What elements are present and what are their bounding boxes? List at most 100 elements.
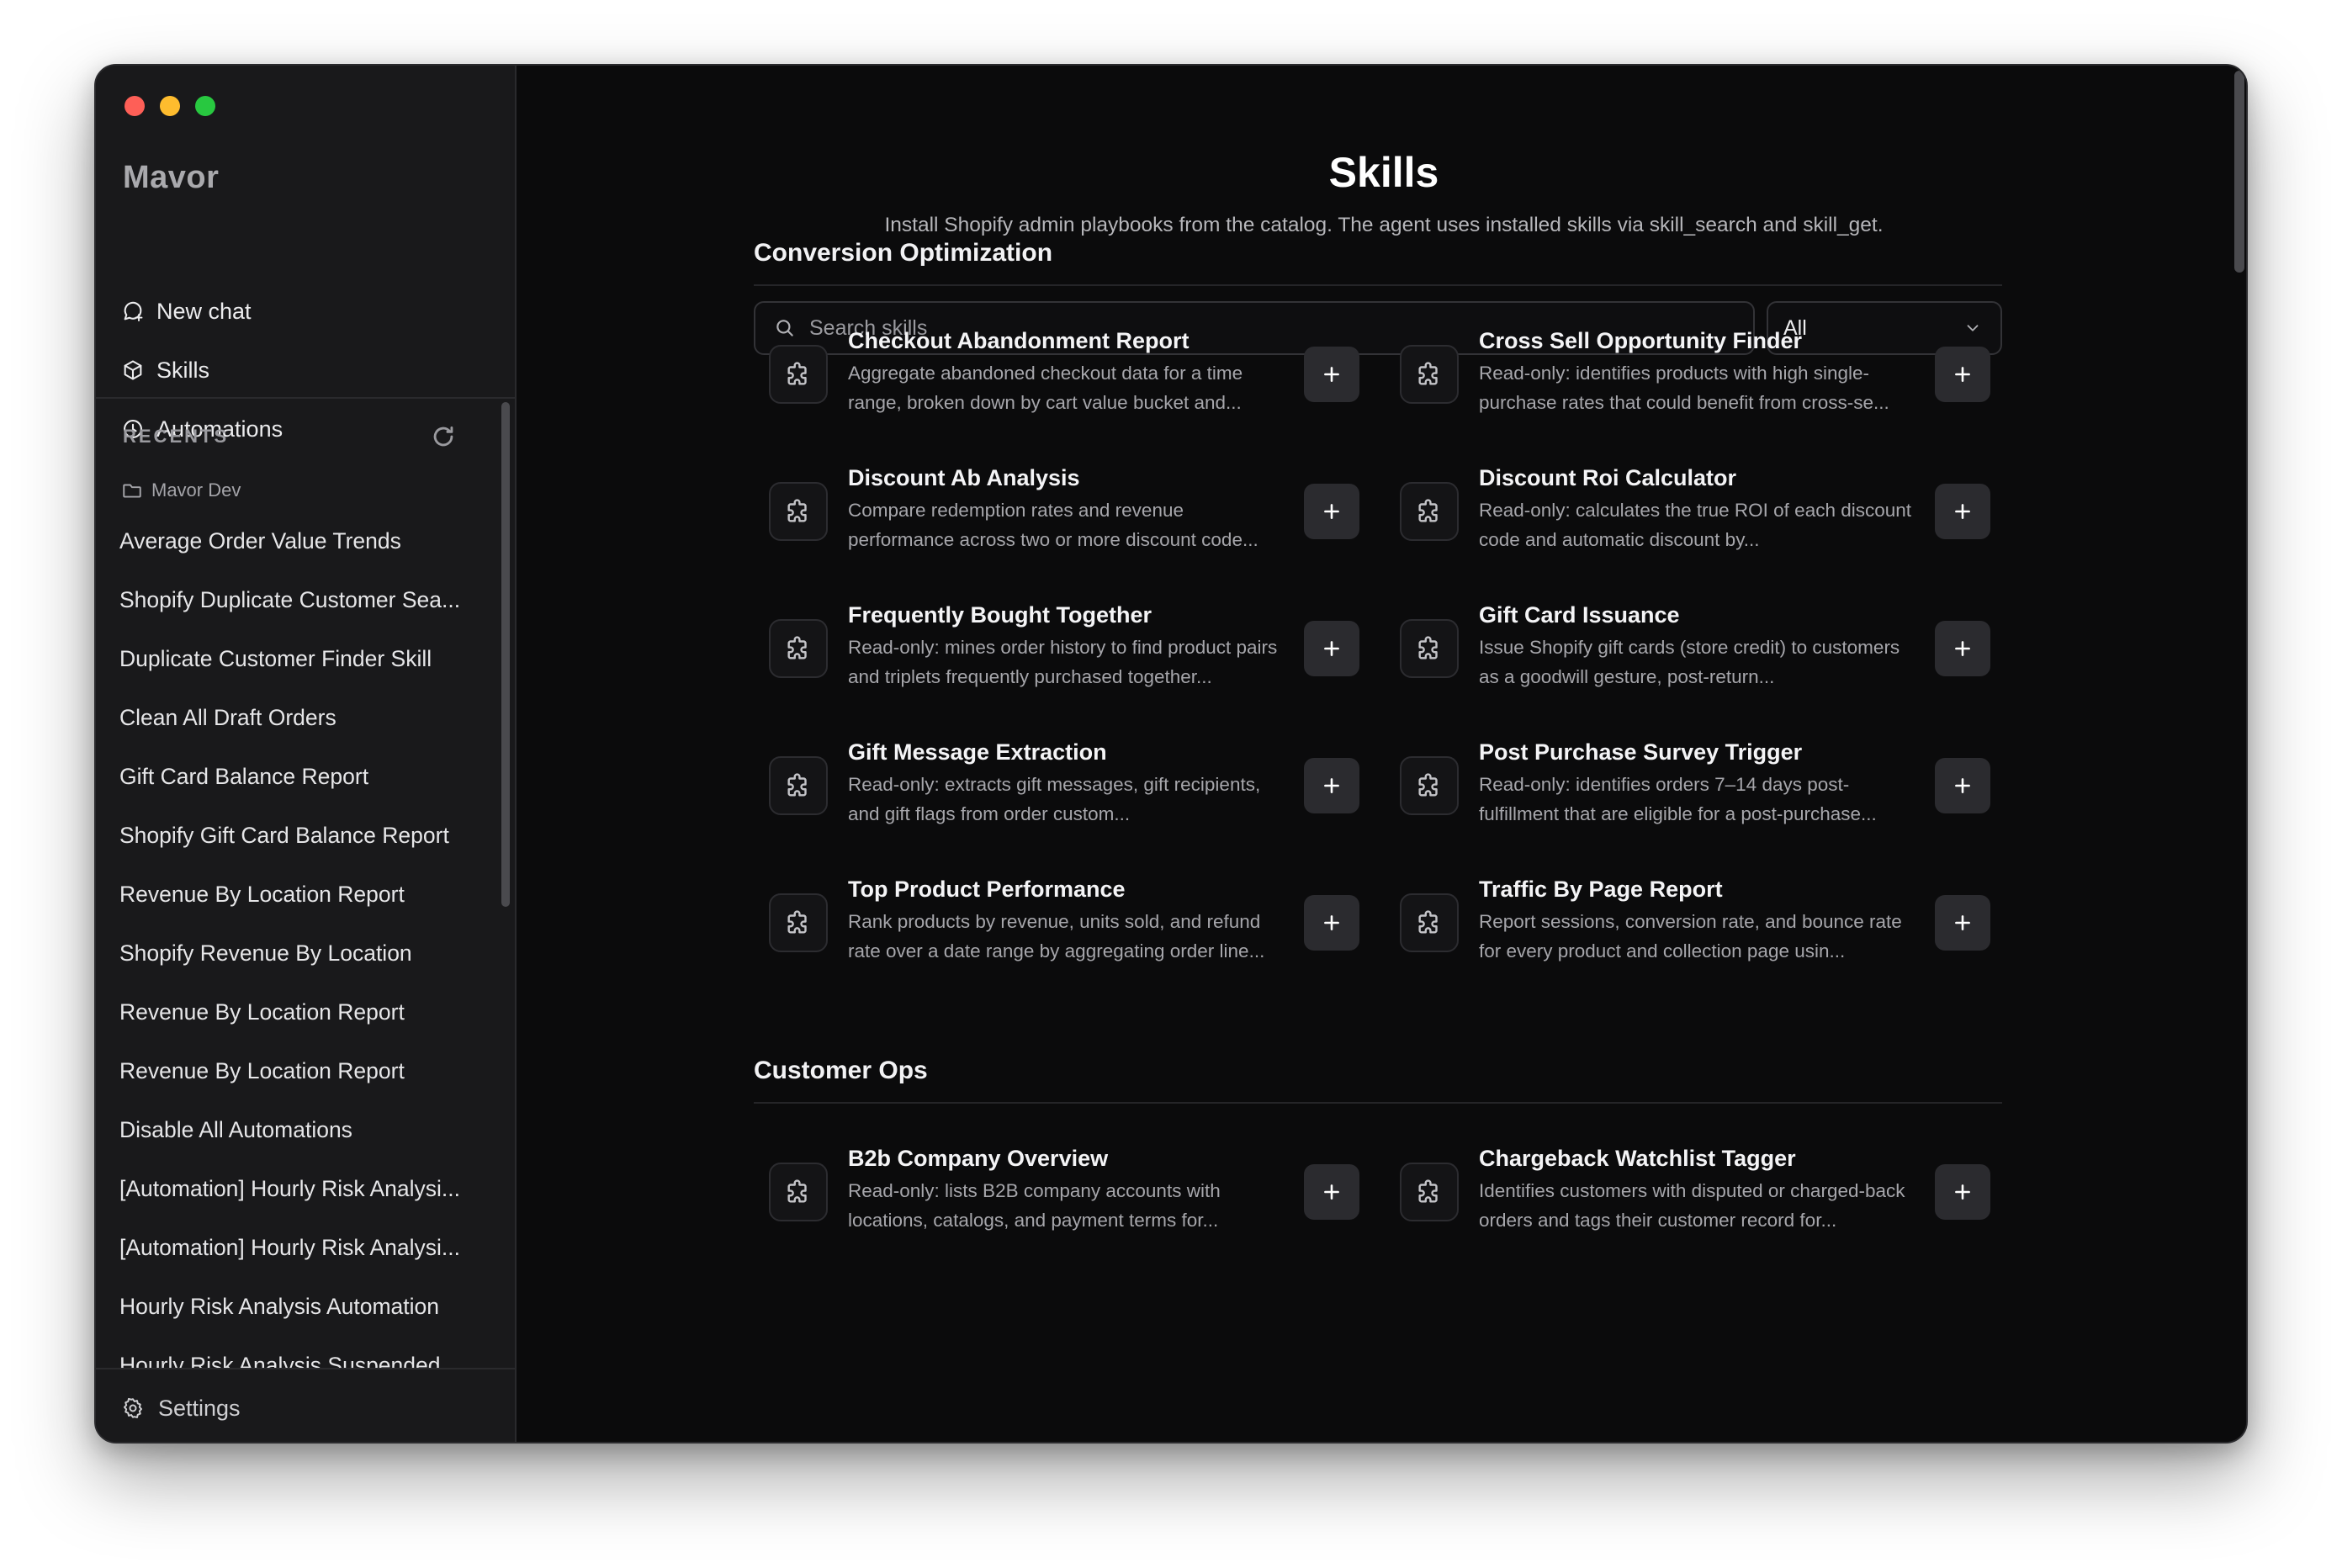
recent-chat-item[interactable]: Disable All Automations <box>96 1100 500 1159</box>
skill-icon-tile <box>769 345 828 404</box>
recent-chat-item[interactable]: Average Order Value Trends <box>96 511 500 570</box>
settings-button[interactable]: Settings <box>121 1385 241 1432</box>
skill-icon-tile <box>1400 345 1459 404</box>
plus-icon <box>1324 1184 1339 1200</box>
puzzle-icon <box>787 362 807 385</box>
skill-title: Discount Ab Analysis <box>848 465 1080 490</box>
skill-description: Report sessions, conversion rate, and bo… <box>1479 911 1902 961</box>
puzzle-icon <box>1418 773 1438 797</box>
install-skill-button[interactable] <box>1304 621 1359 676</box>
install-skill-button[interactable] <box>1935 621 1990 676</box>
skill-card[interactable]: Cross Sell Opportunity Finder Read-only: … <box>1385 326 1990 436</box>
skill-card[interactable]: Gift Card Issuance Issue Shopify gift car… <box>1385 601 1990 710</box>
skill-title: Frequently Bought Together <box>848 602 1152 628</box>
sidebar-scrollbar[interactable] <box>501 402 510 907</box>
skill-description: Read-only: extracts gift messages, gift … <box>848 774 1261 824</box>
install-skill-button[interactable] <box>1935 758 1990 813</box>
recent-chat-item[interactable]: Revenue By Location Report <box>96 983 500 1041</box>
skill-description: Compare redemption rates and revenue per… <box>848 500 1258 550</box>
skill-title: Traffic By Page Report <box>1479 877 1723 902</box>
install-skill-button[interactable] <box>1935 484 1990 539</box>
skill-icon-tile <box>1400 619 1459 678</box>
skill-card[interactable]: Chargeback Watchlist Tagger Identifies cu… <box>1385 1144 1990 1253</box>
skill-title: Gift Message Extraction <box>848 739 1107 765</box>
page-subtitle: Install Shopify admin playbooks from the… <box>884 214 1884 236</box>
skill-description: Rank products by revenue, units sold, an… <box>848 911 1265 961</box>
skill-icon-tile <box>1400 1163 1459 1221</box>
skill-card[interactable]: Discount Roi Calculator Read-only: calcul… <box>1385 464 1990 573</box>
skill-icon-tile <box>1400 893 1459 952</box>
install-skill-button[interactable] <box>1304 1164 1359 1220</box>
skill-title: Post Purchase Survey Trigger <box>1479 739 1803 765</box>
install-skill-button[interactable] <box>1304 895 1359 951</box>
install-skill-button[interactable] <box>1935 1164 1990 1220</box>
app-window: Mavor New chat Skills Automations RECENT… <box>94 64 2248 1444</box>
plus-icon <box>1955 641 1970 656</box>
settings-label: Settings <box>158 1395 241 1421</box>
install-skill-button[interactable] <box>1935 347 1990 402</box>
recent-chat-item[interactable]: [Automation] Hourly Risk Analysi... <box>96 1218 500 1277</box>
recents-folder[interactable]: Mavor Dev <box>121 479 241 501</box>
nav-new-chat[interactable]: New chat <box>119 288 490 335</box>
recent-chat-item[interactable]: Revenue By Location Report <box>96 865 500 924</box>
close-window-button[interactable] <box>125 96 145 116</box>
puzzle-icon <box>1418 1179 1438 1203</box>
minimize-window-button[interactable] <box>160 96 180 116</box>
puzzle-icon <box>787 910 807 934</box>
puzzle-icon <box>1418 499 1438 522</box>
install-skill-button[interactable] <box>1304 758 1359 813</box>
skill-icon-tile <box>1400 756 1459 815</box>
puzzle-icon <box>787 1179 807 1203</box>
nav-label: Skills <box>156 357 210 383</box>
install-skill-button[interactable] <box>1304 484 1359 539</box>
skill-card[interactable]: Checkout Abandonment Report Aggregate aba… <box>754 326 1359 436</box>
plus-icon <box>1955 915 1970 930</box>
refresh-icon[interactable] <box>429 422 458 451</box>
skill-icon-tile <box>1400 482 1459 541</box>
plus-icon <box>1324 504 1339 519</box>
skill-description: Read-only: mines order history to find p… <box>848 637 1278 687</box>
recents-list: Average Order Value Trends Shopify Duplic… <box>96 511 500 1369</box>
recent-chat-item[interactable]: [Automation] Hourly Risk Analysi... <box>96 1159 500 1218</box>
skill-title: Chargeback Watchlist Tagger <box>1479 1146 1796 1171</box>
skill-description: Read-only: calculates the true ROI of ea… <box>1479 500 1912 550</box>
recent-chat-item[interactable]: Duplicate Customer Finder Skill <box>96 629 500 688</box>
plus-icon <box>1955 778 1970 793</box>
section-title: Customer Ops <box>754 1057 928 1084</box>
puzzle-icon <box>1418 910 1438 934</box>
recent-chat-item[interactable]: Revenue By Location Report <box>96 1041 500 1100</box>
skill-icon-tile <box>769 893 828 952</box>
nav-label: New chat <box>156 298 252 324</box>
recent-chat-item[interactable]: Shopify Revenue By Location <box>96 924 500 983</box>
recent-chat-item[interactable]: Shopify Duplicate Customer Sea... <box>96 570 500 629</box>
puzzle-icon <box>1418 362 1438 385</box>
plus-icon <box>1324 641 1339 656</box>
skill-card[interactable]: Post Purchase Survey Trigger Read-only: i… <box>1385 738 1990 847</box>
folder-icon <box>123 484 141 498</box>
skill-card[interactable]: B2b Company Overview Read-only: lists B2B… <box>754 1144 1359 1253</box>
skill-card[interactable]: Frequently Bought Together Read-only: min… <box>754 601 1359 710</box>
nav-skills[interactable]: Skills <box>119 347 490 394</box>
recent-chat-item[interactable]: Shopify Gift Card Balance Report <box>96 806 500 865</box>
install-skill-button[interactable] <box>1304 347 1359 402</box>
skill-description: Read-only: lists B2B company accounts wi… <box>848 1180 1221 1231</box>
section-title: Conversion Optimization <box>754 239 1053 267</box>
skill-description: Read-only: identifies orders 7–14 days p… <box>1479 774 1877 824</box>
skill-title: Cross Sell Opportunity Finder <box>1479 328 1803 353</box>
skill-card[interactable]: Top Product Performance Rank products by … <box>754 875 1359 984</box>
skill-title: Discount Roi Calculator <box>1479 465 1737 490</box>
gear-icon <box>123 1397 143 1418</box>
maximize-window-button[interactable] <box>195 96 215 116</box>
recent-chat-item[interactable]: Gift Card Balance Report <box>96 747 500 806</box>
install-skill-button[interactable] <box>1935 895 1990 951</box>
skill-card[interactable]: Gift Message Extraction Read-only: extrac… <box>754 738 1359 847</box>
recent-chat-item[interactable]: Clean All Draft Orders <box>96 688 500 747</box>
recents-heading: RECENTS <box>123 426 230 447</box>
skill-card[interactable]: Discount Ab Analysis Compare redemption r… <box>754 464 1359 573</box>
plus-icon <box>1324 778 1339 793</box>
sidebar: Mavor New chat Skills Automations RECENT… <box>96 66 517 1442</box>
window-controls <box>125 96 215 116</box>
skill-card[interactable]: Traffic By Page Report Report sessions, c… <box>1385 875 1990 984</box>
recent-chat-item[interactable]: Hourly Risk Analysis Suspended <box>96 1336 500 1369</box>
recent-chat-item[interactable]: Hourly Risk Analysis Automation <box>96 1277 500 1336</box>
